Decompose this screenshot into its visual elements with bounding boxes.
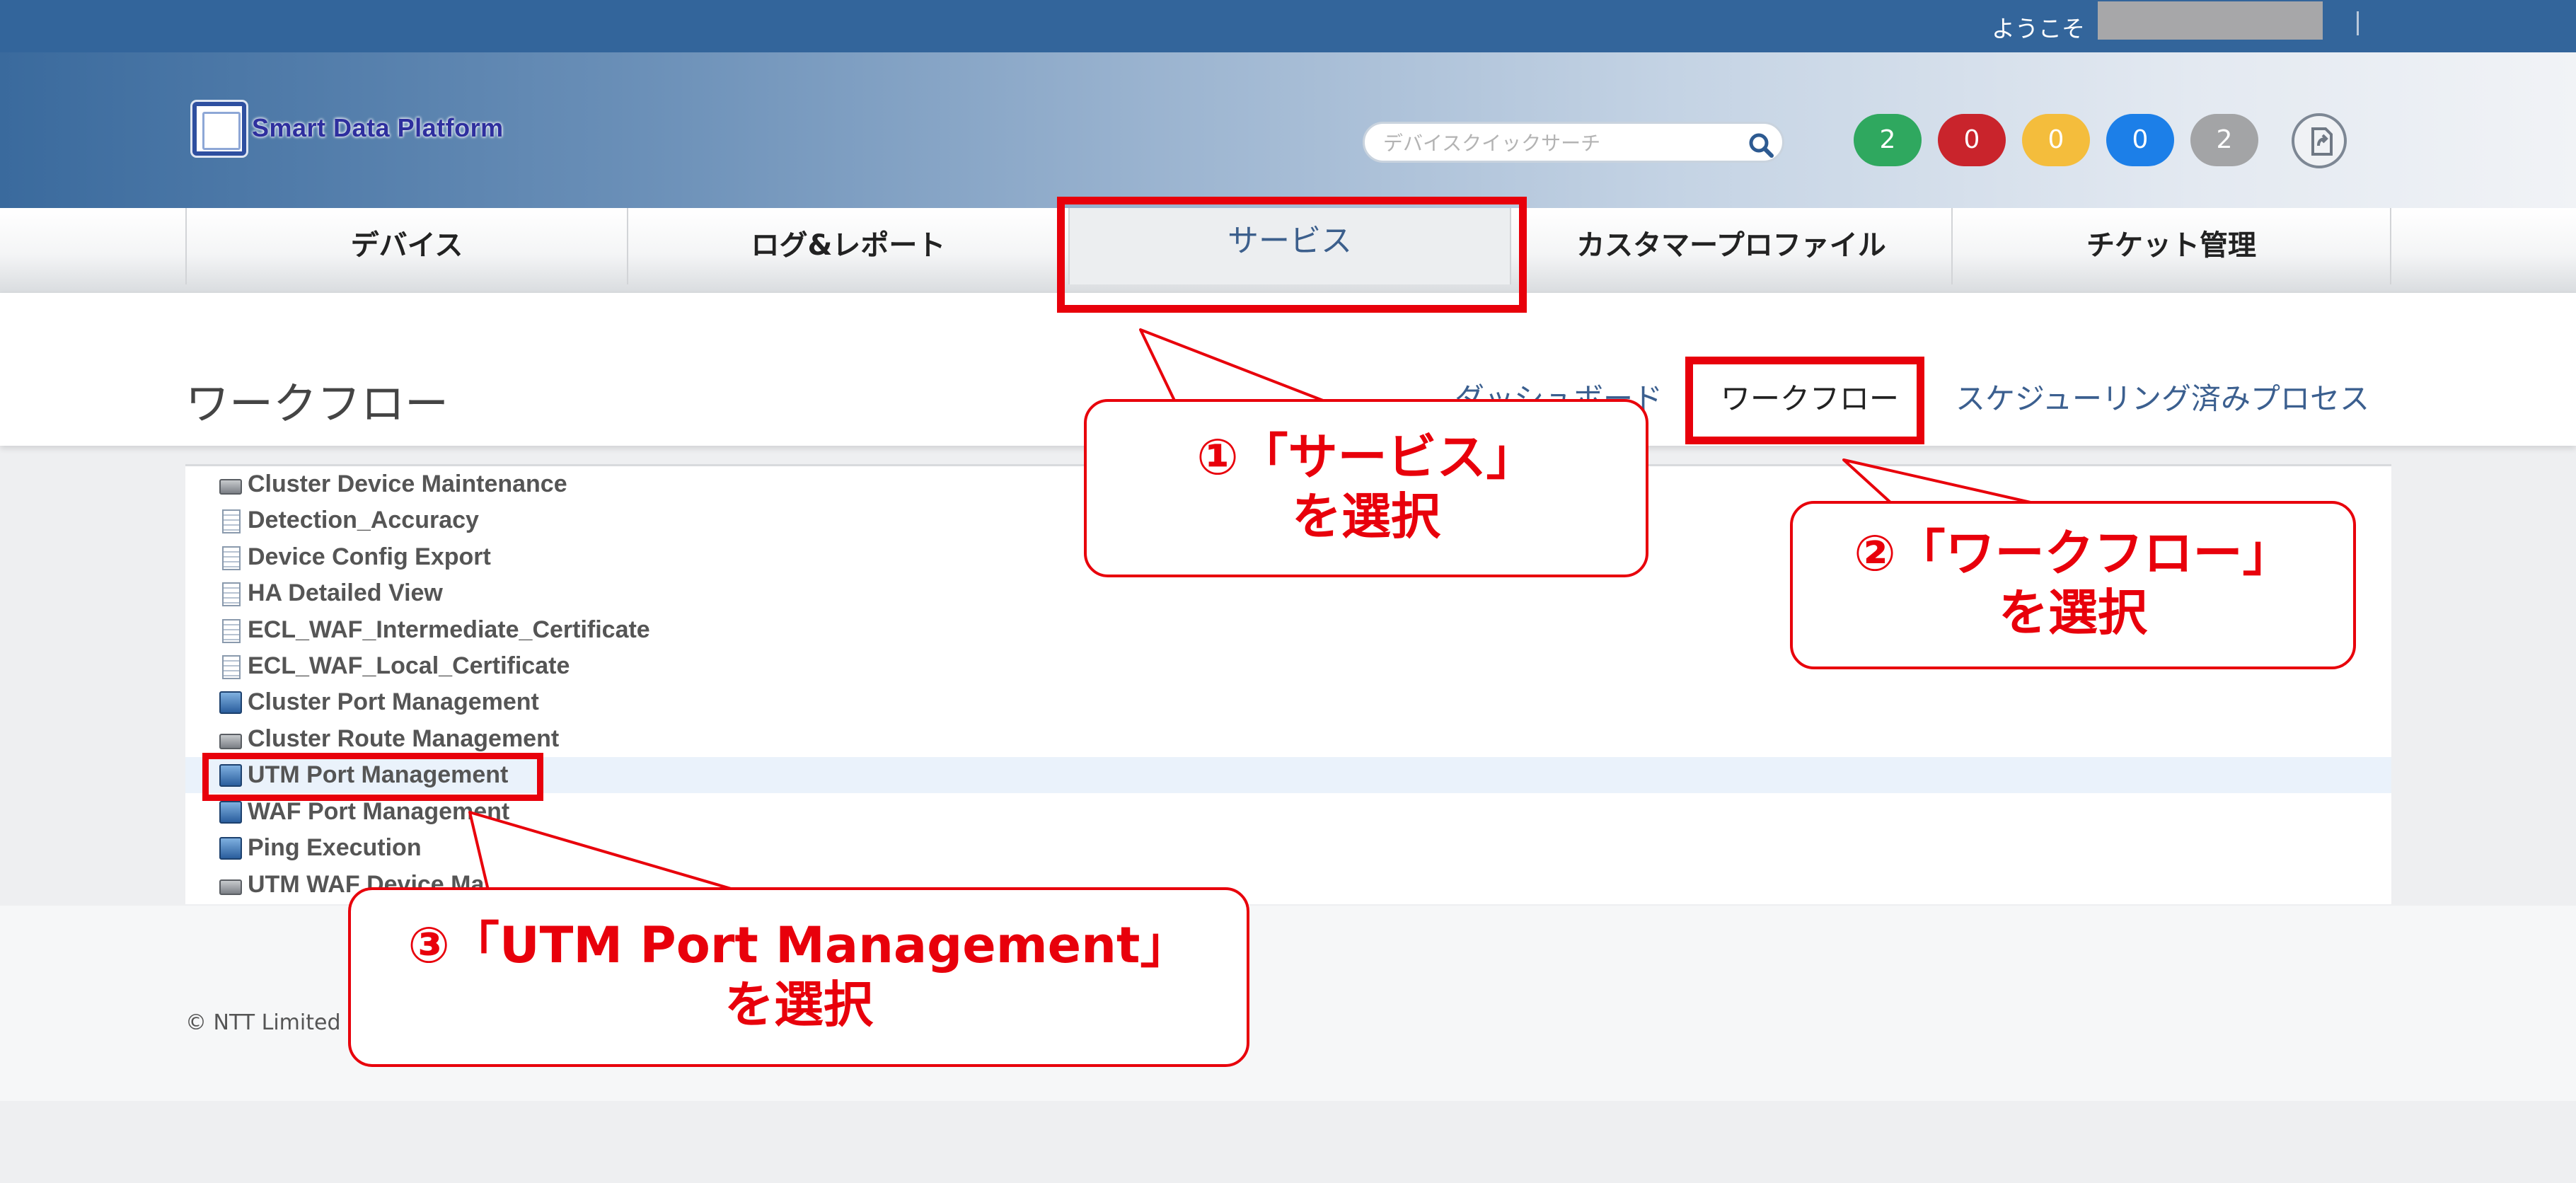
workflow-label: Cluster Route Management	[248, 725, 560, 752]
username-redacted	[2098, 1, 2323, 40]
callout-step-1-line-1: ①「サービス」	[1196, 428, 1536, 486]
callout-step-3-line-2: を選択	[724, 976, 873, 1034]
page-title: ワークフロー	[185, 378, 449, 429]
callout-step-1: ①「サービス」 を選択	[1084, 399, 1648, 577]
highlight-services	[1057, 197, 1527, 313]
status-badge-blue[interactable]: 0	[2106, 114, 2174, 166]
document-icon	[222, 582, 241, 606]
workflow-label: HA Detailed View	[248, 579, 443, 606]
document-export-icon	[2311, 127, 2333, 156]
document-export-button[interactable]	[2292, 113, 2347, 168]
callout-step-2-line-1: ②「ワークフロー」	[1854, 524, 2292, 582]
network-icon	[219, 801, 242, 824]
workflow-label: ECL_WAF_Local_Certificate	[248, 652, 570, 679]
workflow-label: Ping Execution	[248, 834, 422, 861]
status-badge-green[interactable]: 2	[1854, 114, 1922, 166]
status-badge-gray[interactable]: 2	[2190, 114, 2258, 166]
workflow-label: Device Config Export	[248, 543, 491, 570]
nav-logs-reports[interactable]: ログ&レポート	[627, 208, 1068, 284]
document-icon	[222, 546, 241, 570]
highlight-utm-port-management	[202, 753, 543, 801]
network-icon	[219, 837, 242, 860]
server-icon	[219, 879, 242, 895]
workflow-row[interactable]: Cluster Route Management	[185, 721, 2391, 757]
copyright-text: © NTT Limited a	[185, 1010, 361, 1035]
network-icon	[219, 691, 242, 714]
workflow-label: Detection_Accuracy	[248, 507, 479, 533]
document-icon	[222, 619, 241, 643]
logo-text[interactable]: Smart Data Platform	[252, 113, 504, 143]
server-icon	[219, 734, 242, 749]
callout-step-3-line-1: ③「UTM Port Management」	[408, 916, 1190, 974]
status-badge-yellow[interactable]: 0	[2022, 114, 2090, 166]
logo-icon[interactable]	[192, 102, 246, 156]
nav-devices[interactable]: デバイス	[185, 208, 627, 284]
workflow-label: WAF Port Management	[248, 798, 510, 825]
status-badge-red[interactable]: 0	[1938, 114, 2006, 166]
search-icon[interactable]	[1747, 131, 1775, 159]
sublink-scheduled-processes[interactable]: スケジューリング済みプロセス	[1956, 375, 2369, 418]
top-bar-divider	[2357, 11, 2359, 35]
workflow-label: Cluster Device Maintenance	[248, 471, 567, 497]
callout-step-2-line-2: を選択	[1999, 584, 2147, 642]
workflow-row[interactable]: Cluster Port Management	[185, 684, 2391, 720]
nav-ticket-management[interactable]: チケット管理	[1951, 208, 2391, 284]
highlight-workflow	[1685, 357, 1924, 444]
document-icon	[222, 509, 241, 533]
workflow-row[interactable]: Ping Execution	[185, 830, 2391, 866]
device-quick-search	[1363, 122, 1784, 163]
nav-customer-profile[interactable]: カスタマープロファイル	[1510, 208, 1951, 284]
search-input[interactable]	[1383, 129, 1737, 156]
callout-step-2: ②「ワークフロー」 を選択	[1790, 501, 2356, 669]
welcome-text: ようこそ	[1992, 15, 2085, 42]
document-icon	[222, 655, 241, 679]
callout-step-1-line-2: を選択	[1292, 487, 1440, 546]
workflow-label: ECL_WAF_Intermediate_Certificate	[248, 616, 650, 643]
workflow-label: Cluster Port Management	[248, 688, 539, 715]
server-icon	[219, 479, 242, 495]
callout-step-3: ③「UTM Port Management」 を選択	[348, 887, 1249, 1067]
